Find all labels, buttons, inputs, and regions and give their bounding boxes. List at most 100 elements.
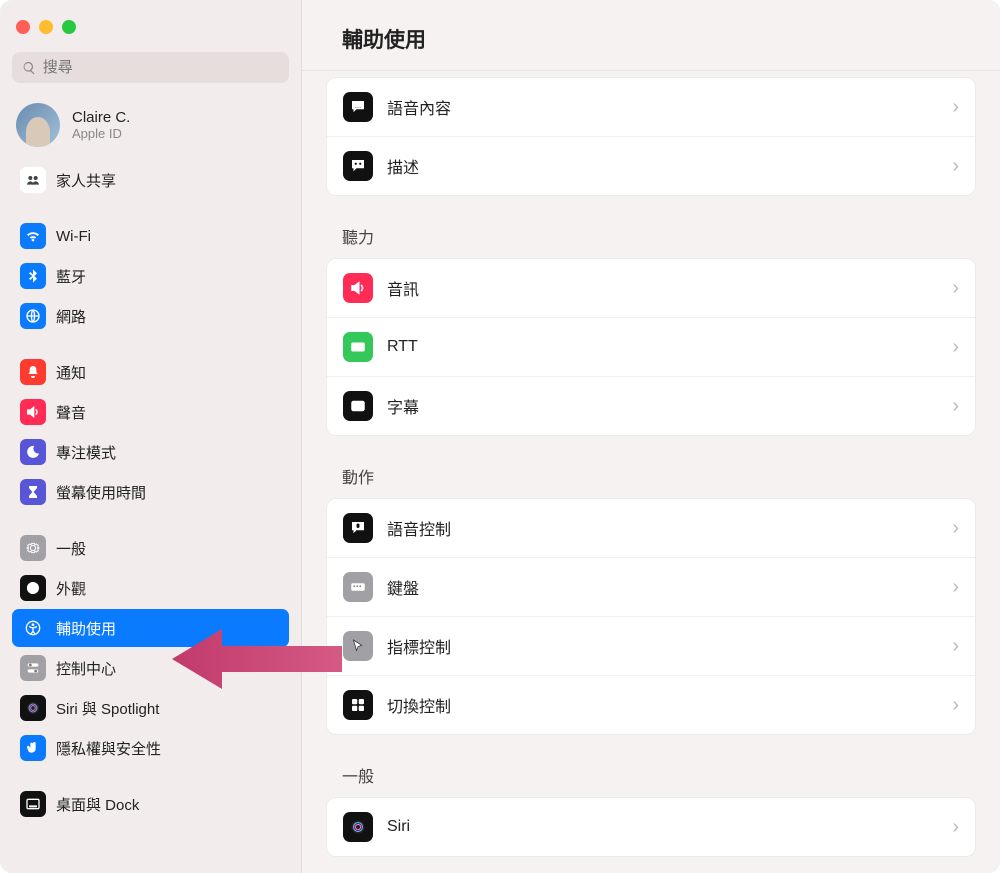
- settings-row-label: 描述: [387, 154, 938, 178]
- sidebar-item-label: 控制中心: [56, 658, 116, 679]
- chevron-right-icon: ›: [952, 277, 959, 300]
- hand-icon: [20, 735, 46, 761]
- sidebar-item-label: 通知: [56, 362, 86, 383]
- account-name: Claire C.: [72, 109, 130, 126]
- section-title: 動作: [326, 436, 976, 498]
- account-sub: Apple ID: [72, 126, 130, 141]
- avatar: [16, 103, 60, 147]
- sidebar-item-label: 網路: [56, 306, 86, 327]
- bell-icon: [20, 359, 46, 385]
- speaker-icon: [343, 273, 373, 303]
- search-icon: [22, 60, 37, 76]
- captions-icon: [343, 391, 373, 421]
- sidebar-item-siri[interactable]: Siri 與 Spotlight: [12, 689, 289, 727]
- siri-icon: [20, 695, 46, 721]
- settings-row-desc[interactable]: 描述›: [327, 137, 975, 195]
- settings-group: 音訊 › RTT› 字幕 ›: [326, 258, 976, 436]
- dock-icon: [20, 791, 46, 817]
- sidebar-item-label: 輔助使用: [56, 618, 116, 639]
- accessibility-icon: [20, 615, 46, 641]
- settings-row-label: RTT: [387, 338, 938, 356]
- settings-row-label: 語音內容: [387, 95, 938, 119]
- settings-row-audio[interactable]: 音訊 ›: [327, 259, 975, 318]
- grid-icon: [343, 690, 373, 720]
- descbubble-icon: [343, 151, 373, 181]
- siri-icon: [343, 812, 373, 842]
- rtt-icon: [343, 332, 373, 362]
- micbubble-icon: [343, 513, 373, 543]
- page-title: 輔助使用: [302, 0, 1000, 71]
- chevron-right-icon: ›: [952, 395, 959, 418]
- sidebar-item-label: 外觀: [56, 578, 86, 599]
- bluetooth-icon: [20, 263, 46, 289]
- settings-window: Claire C. Apple ID 家人共享 Wi-Fi 藍牙網路通知聲音專注模式…: [0, 0, 1000, 873]
- settings-row-rtt[interactable]: RTT›: [327, 318, 975, 377]
- sidebar-item-label: 螢幕使用時間: [56, 482, 146, 503]
- svg-text:…: …: [355, 103, 362, 110]
- sidebar-item-desktop[interactable]: 桌面與 Dock: [12, 785, 289, 823]
- sidebar-item-privacy[interactable]: 隱私權與安全性: [12, 729, 289, 767]
- settings-row-keyboard[interactable]: 鍵盤 ›: [327, 558, 975, 617]
- moon-icon: [20, 439, 46, 465]
- sidebar-item-label: 家人共享: [56, 170, 116, 191]
- sidebar-item-label: 藍牙: [56, 266, 86, 287]
- settings-group: …語音內容›描述›: [326, 77, 976, 196]
- globe-icon: [20, 303, 46, 329]
- settings-row-label: 鍵盤: [387, 575, 938, 599]
- wifi-icon: [20, 223, 46, 249]
- sidebar-list: 家人共享 Wi-Fi 藍牙網路通知聲音專注模式螢幕使用時間一般外觀輔助使用控制中心 S…: [12, 161, 289, 825]
- switches-icon: [20, 655, 46, 681]
- keyboard-icon: [343, 572, 373, 602]
- settings-group: Siri ›: [326, 797, 976, 857]
- chevron-right-icon: ›: [952, 816, 959, 839]
- sidebar-item-label: Wi-Fi: [56, 228, 91, 245]
- speaker-icon: [20, 399, 46, 425]
- sidebar-item-network[interactable]: 網路: [12, 297, 289, 335]
- sidebar-item-notif[interactable]: 通知: [12, 353, 289, 391]
- sidebar-item-family[interactable]: 家人共享: [12, 161, 289, 199]
- gear-icon: [20, 535, 46, 561]
- sidebar-item-accessibility[interactable]: 輔助使用: [12, 609, 289, 647]
- settings-group: 語音控制 › 鍵盤 › 指標控制 › 切換控制 ›: [326, 498, 976, 735]
- search-input[interactable]: [43, 59, 279, 76]
- minimize-window-button[interactable]: [39, 20, 53, 34]
- settings-row-spoken[interactable]: …語音內容›: [327, 78, 975, 137]
- hourglass-icon: [20, 479, 46, 505]
- sidebar-item-label: 聲音: [56, 402, 86, 423]
- settings-row-label: Siri: [387, 818, 938, 836]
- sidebar-item-screentime[interactable]: 螢幕使用時間: [12, 473, 289, 511]
- family-icon: [20, 167, 46, 193]
- settings-row-pointer[interactable]: 指標控制 ›: [327, 617, 975, 676]
- settings-row-switch[interactable]: 切換控制 ›: [327, 676, 975, 734]
- settings-row-captions[interactable]: 字幕 ›: [327, 377, 975, 435]
- sidebar-item-label: 一般: [56, 538, 86, 559]
- chevron-right-icon: ›: [952, 517, 959, 540]
- sidebar-item-label: 專注模式: [56, 442, 116, 463]
- settings-row-label: 指標控制: [387, 634, 938, 658]
- search-field[interactable]: [12, 52, 289, 83]
- close-window-button[interactable]: [16, 20, 30, 34]
- sidebar-item-focus[interactable]: 專注模式: [12, 433, 289, 471]
- settings-row-siri2[interactable]: Siri ›: [327, 798, 975, 856]
- zoom-window-button[interactable]: [62, 20, 76, 34]
- sidebar-item-general[interactable]: 一般: [12, 529, 289, 567]
- settings-row-label: 切換控制: [387, 693, 938, 717]
- apple-id-account[interactable]: Claire C. Apple ID: [12, 97, 289, 161]
- sidebar-item-control[interactable]: 控制中心: [12, 649, 289, 687]
- sidebar-item-appearance[interactable]: 外觀: [12, 569, 289, 607]
- settings-row-label: 音訊: [387, 276, 938, 300]
- chevron-right-icon: ›: [952, 694, 959, 717]
- sidebar: Claire C. Apple ID 家人共享 Wi-Fi 藍牙網路通知聲音專注模式…: [0, 0, 302, 873]
- sidebar-item-bluetooth[interactable]: 藍牙: [12, 257, 289, 295]
- main-body[interactable]: …語音內容›描述›聽力音訊›RTT›字幕›動作語音控制›鍵盤›指標控制›切換控制…: [302, 71, 1000, 873]
- sidebar-item-wifi[interactable]: Wi-Fi: [12, 217, 289, 255]
- settings-row-label: 語音控制: [387, 516, 938, 540]
- settings-row-voicectl[interactable]: 語音控制 ›: [327, 499, 975, 558]
- chevron-right-icon: ›: [952, 635, 959, 658]
- chevron-right-icon: ›: [952, 576, 959, 599]
- main-pane: 輔助使用 …語音內容›描述›聽力音訊›RTT›字幕›動作語音控制›鍵盤›指標控制…: [302, 0, 1000, 873]
- speechbubble-icon: …: [343, 92, 373, 122]
- sidebar-item-sound[interactable]: 聲音: [12, 393, 289, 431]
- sidebar-item-label: 桌面與 Dock: [56, 794, 139, 815]
- settings-row-label: 字幕: [387, 394, 938, 418]
